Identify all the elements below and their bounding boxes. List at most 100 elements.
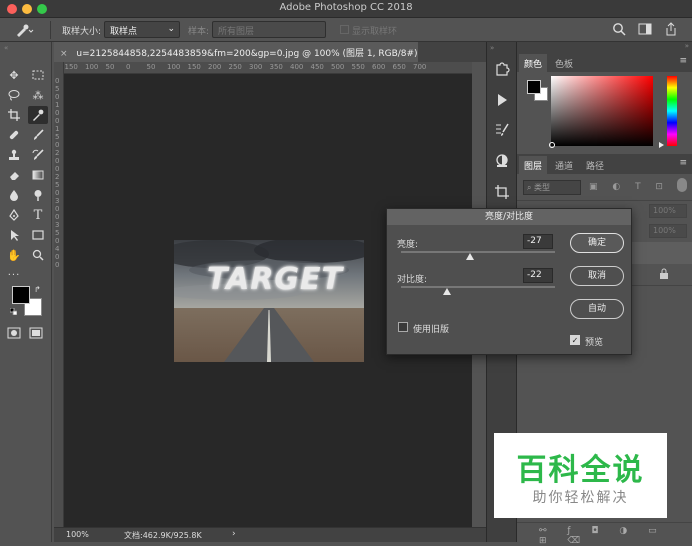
ruler-tick-label: 150 bbox=[187, 63, 201, 71]
contrast-slider-track[interactable] bbox=[401, 286, 555, 288]
ok-button[interactable]: 确定 bbox=[570, 233, 624, 253]
type-tool-icon[interactable]: T bbox=[28, 206, 48, 224]
clone-stamp-tool-icon[interactable] bbox=[4, 146, 24, 164]
sample-size-select[interactable]: 取样点 ⌄ bbox=[104, 21, 180, 38]
auto-button[interactable]: 自动 bbox=[570, 299, 624, 319]
lasso-tool-icon[interactable] bbox=[4, 86, 24, 104]
ruler-tick-label: 2 bbox=[55, 149, 60, 157]
healing-brush-tool-icon[interactable] bbox=[4, 126, 24, 144]
close-tab-icon[interactable]: × bbox=[60, 49, 68, 59]
contrast-input[interactable]: -22 bbox=[523, 268, 553, 283]
collapse-column-icon[interactable]: » bbox=[490, 44, 494, 52]
legacy-checkbox[interactable] bbox=[398, 322, 408, 332]
workspace-icon[interactable] bbox=[638, 22, 652, 36]
tab-layers[interactable]: 图层 bbox=[519, 156, 548, 174]
preview-checkbox[interactable]: ✓ bbox=[570, 335, 580, 345]
magic-wand-tool-icon[interactable]: ⁂ bbox=[28, 86, 48, 104]
image-title-text: TARGET bbox=[206, 262, 344, 297]
more-tools-icon[interactable]: ··· bbox=[4, 266, 24, 284]
tab-color[interactable]: 颜色 bbox=[519, 54, 548, 72]
fill-input[interactable]: 100% bbox=[649, 224, 687, 238]
eyedropper-tool-icon[interactable] bbox=[28, 106, 48, 124]
layers-menu-icon[interactable]: ≡ bbox=[679, 158, 687, 168]
pen-tool-icon[interactable] bbox=[4, 206, 24, 224]
layer-filter-icons[interactable]: ▣ ◐ T ⊡ ⎘ bbox=[589, 182, 691, 192]
screen-mode-icon[interactable] bbox=[29, 327, 43, 339]
color-picker-ring[interactable] bbox=[549, 142, 555, 148]
crop-tool-icon[interactable] bbox=[4, 106, 24, 124]
show-ring-checkbox[interactable] bbox=[340, 25, 349, 34]
zoom-tool-icon[interactable] bbox=[28, 246, 48, 264]
separator bbox=[50, 21, 51, 39]
history-brush-tool-icon[interactable] bbox=[28, 146, 48, 164]
filter-toggle[interactable] bbox=[677, 178, 687, 192]
swap-colors-icon[interactable]: ↱ bbox=[34, 285, 41, 294]
crop-panel-icon[interactable] bbox=[494, 184, 510, 200]
layers-panel-tabs: 图层 通道 路径 ≡ bbox=[517, 154, 692, 174]
document-tab-title: u=2125844858,2254483859&fm=200&gp=0.jpg … bbox=[76, 49, 418, 59]
brush-tool-icon[interactable] bbox=[28, 126, 48, 144]
opacity-input[interactable]: 100% bbox=[649, 204, 687, 218]
hue-slider[interactable] bbox=[667, 76, 677, 146]
ruler-tick-label: 5 bbox=[55, 229, 60, 237]
sample-select[interactable]: 所有图层 bbox=[212, 21, 326, 38]
status-bar: 100% 文档:462.9K/925.8K › bbox=[54, 527, 486, 542]
blur-tool-icon[interactable] bbox=[4, 186, 24, 204]
quick-mask-icon[interactable] bbox=[7, 327, 21, 339]
opacity-value: 100% bbox=[653, 206, 676, 215]
fill-value: 100% bbox=[653, 226, 676, 235]
foreground-color-swatch-top[interactable] bbox=[12, 286, 30, 304]
cancel-button[interactable]: 取消 bbox=[570, 266, 624, 286]
tab-channels[interactable]: 通道 bbox=[550, 156, 578, 174]
play-action-icon[interactable] bbox=[494, 92, 510, 108]
ruler-tick-label: 100 bbox=[167, 63, 181, 71]
brightness-slider-thumb[interactable] bbox=[466, 253, 475, 260]
brightness-input[interactable]: -27 bbox=[523, 234, 553, 249]
search-icon: ⌕ bbox=[527, 183, 535, 192]
rectangle-tool-icon[interactable] bbox=[28, 226, 48, 244]
tab-paths[interactable]: 路径 bbox=[581, 156, 609, 174]
dodge-tool-icon[interactable] bbox=[28, 186, 48, 204]
share-icon[interactable] bbox=[664, 22, 678, 36]
brush-settings-icon[interactable] bbox=[494, 122, 510, 138]
ruler-tick-label: 2 bbox=[55, 173, 60, 181]
ruler-tick-label: 550 bbox=[351, 63, 365, 71]
gradient-tool-icon[interactable] bbox=[28, 166, 48, 184]
ruler-tick-label: 0 bbox=[55, 205, 60, 213]
status-menu-arrow-icon[interactable]: › bbox=[232, 529, 236, 539]
adjustment-layer-icon[interactable] bbox=[494, 152, 510, 168]
contrast-slider-thumb[interactable] bbox=[443, 288, 452, 295]
default-colors-icon[interactable] bbox=[9, 307, 18, 316]
lock-icon bbox=[659, 268, 669, 280]
ruler-tick-label: 5 bbox=[55, 85, 60, 93]
move-tool-icon[interactable]: ✥ bbox=[4, 66, 24, 84]
ruler-tick-label: 0 bbox=[55, 165, 60, 173]
zoom-level[interactable]: 100% bbox=[66, 530, 89, 539]
layers-footer: ⚯ ƒ ◘ ◑ ▭ ⊞ ⌫ bbox=[517, 522, 692, 546]
layer-actions-icons[interactable]: ⚯ ƒ ◘ ◑ ▭ ⊞ ⌫ bbox=[539, 526, 692, 546]
collapse-panels-icon[interactable]: » bbox=[685, 42, 689, 50]
search-icon[interactable] bbox=[612, 22, 626, 36]
hand-tool-icon[interactable]: ✋ bbox=[4, 246, 24, 264]
eyedropper-preset-icon[interactable] bbox=[14, 22, 34, 38]
ruler-tick-label: 0 bbox=[55, 141, 60, 149]
panel-collapse-strip: » bbox=[517, 42, 692, 52]
plugins-icon[interactable] bbox=[494, 60, 510, 76]
brightness-slider-track[interactable] bbox=[401, 251, 555, 253]
color-panel-foreground-top[interactable] bbox=[527, 80, 541, 94]
ruler-tick-label: 0 bbox=[126, 63, 131, 71]
hue-slider-thumb[interactable] bbox=[659, 142, 664, 148]
document-tab[interactable]: × u=2125844858,2254483859&fm=200&gp=0.jp… bbox=[54, 42, 418, 62]
watermark-logo: 百科全说 助你轻松解决 bbox=[494, 433, 667, 518]
eraser-tool-icon[interactable] bbox=[4, 166, 24, 184]
layer-filter-select[interactable]: ⌕ 类型 bbox=[523, 180, 581, 195]
collapse-toolbar-icon[interactable]: « bbox=[4, 44, 8, 52]
ruler-tick-label: 50 bbox=[146, 63, 156, 71]
color-field[interactable] bbox=[549, 76, 653, 148]
color-panel-tabs: 颜色 色板 ≡ bbox=[517, 52, 692, 72]
document-image[interactable]: TARGET bbox=[174, 240, 364, 362]
path-selection-tool-icon[interactable] bbox=[4, 226, 24, 244]
panel-menu-icon[interactable]: ≡ bbox=[679, 56, 687, 66]
marquee-tool-icon[interactable] bbox=[28, 66, 48, 84]
tab-swatches[interactable]: 色板 bbox=[550, 54, 578, 72]
